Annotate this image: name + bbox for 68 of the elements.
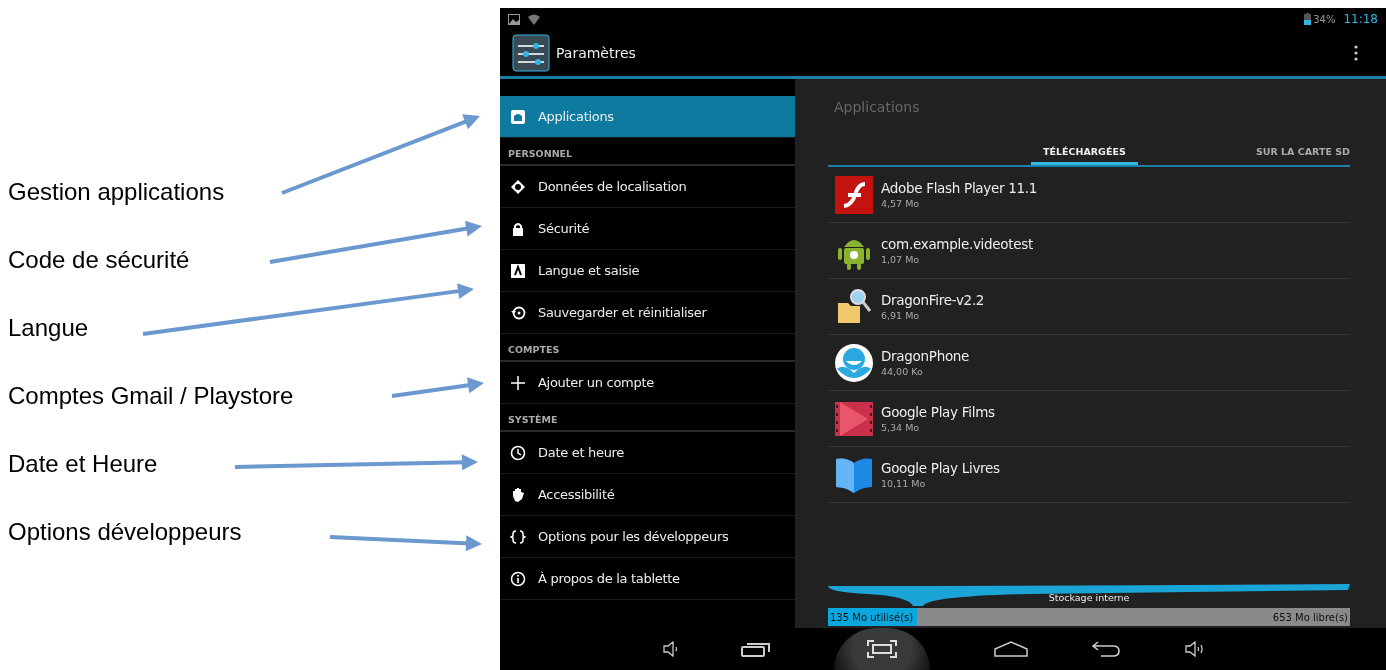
app-size: 44,00 Ko	[881, 366, 924, 377]
wifi-icon	[528, 13, 540, 25]
annotation-label: Comptes Gmail / Playstore	[8, 382, 294, 410]
settings-menu-item[interactable]: Langue et saisie	[500, 250, 795, 292]
overflow-menu-icon[interactable]	[1354, 45, 1358, 61]
storage-label: Stockage interne	[1047, 592, 1131, 603]
clock-icon	[510, 444, 526, 461]
app-name: Adobe Flash Player 11.1	[881, 180, 1038, 196]
volume-up-icon[interactable]	[1184, 641, 1205, 657]
flash-logo-icon	[834, 174, 874, 215]
settings-menu-item[interactable]: Accessibilité	[500, 474, 795, 516]
restore-icon	[510, 304, 526, 321]
panel-title: Applications	[833, 98, 921, 117]
app-size: 6,91 Mo	[881, 310, 921, 321]
location-icon	[510, 178, 526, 195]
app-list-item[interactable]: DragonPhone 44,00 Ko	[828, 335, 1350, 391]
battery-icon	[1304, 13, 1312, 25]
annotation-label: Date et Heure	[8, 450, 158, 478]
settings-menu-item[interactable]: Applications	[500, 96, 795, 138]
app-list-item[interactable]: Google Play Films 5,34 Mo	[828, 391, 1350, 447]
settings-menu-item[interactable]: À propos de la tablette	[500, 558, 795, 600]
annotation-label: Code de sécurité	[8, 246, 190, 274]
braces-icon	[510, 528, 526, 545]
app-list-item[interactable]: com.example.videotest 1,07 Mo	[828, 223, 1350, 279]
app-name: DragonFire-v2.2	[881, 292, 985, 308]
app-size: 10,11 Mo	[881, 478, 927, 489]
section-header: COMPTES	[500, 338, 795, 362]
settings-menu-item[interactable]: Options pour les développeurs	[500, 516, 795, 558]
home-icon[interactable]	[993, 641, 1028, 657]
apps-icon	[510, 108, 526, 125]
recent-apps-icon[interactable]	[741, 641, 771, 657]
tab[interactable]: SUR LA CARTE SD	[1243, 143, 1350, 165]
app-list-item[interactable]: DragonFire-v2.2 6,91 Mo	[828, 279, 1350, 335]
app-name: Google Play Films	[881, 404, 995, 420]
settings-menu-item[interactable]: Date et heure	[500, 432, 795, 474]
app-size: 1,07 Mo	[881, 254, 921, 265]
annotation-label: Options développeurs	[8, 518, 242, 546]
app-size: 5,34 Mo	[881, 422, 921, 433]
settings-menu-item[interactable]: Sauvegarder et réinitialiser	[500, 292, 795, 334]
settings-menu-item[interactable]: Données de localisation	[500, 166, 795, 208]
app-size: 4,57 Mo	[881, 198, 921, 209]
picture-icon	[508, 13, 520, 25]
language-icon	[510, 262, 526, 279]
lock-icon	[510, 220, 526, 237]
storage-free-text: 653 Mo libre(s)	[1272, 611, 1348, 623]
app-name: DragonPhone	[881, 348, 970, 364]
settings-menu-item[interactable]: Sécurité	[500, 208, 795, 250]
settings-menu-item[interactable]: Ajouter un compte	[500, 362, 795, 404]
storage-used-text: 135 Mo utilisé(s)	[830, 611, 914, 623]
annotation-label: Gestion applications	[8, 178, 225, 206]
section-header: SYSTÈME	[500, 408, 795, 432]
annotation-label: Langue	[8, 314, 89, 342]
tab[interactable]: TÉLÉCHARGÉES	[1031, 143, 1138, 165]
volume-down-icon[interactable]	[661, 641, 678, 657]
info-icon	[510, 570, 526, 587]
action-bar-title: Paramètres	[556, 45, 636, 61]
plus-icon	[510, 374, 526, 391]
back-icon[interactable]	[1090, 640, 1121, 658]
settings-app-icon[interactable]	[512, 34, 550, 72]
app-list-item[interactable]: Adobe Flash Player 11.1 4,57 Mo	[828, 167, 1350, 223]
clock-time: 11:18	[1343, 12, 1378, 26]
app-name: Google Play Livres	[881, 460, 1000, 476]
app-name: com.example.videotest	[881, 236, 1034, 252]
screenshot-icon	[867, 640, 898, 658]
smiley-circle-icon	[834, 342, 874, 383]
app-list-item[interactable]: Google Play Livres 10,11 Mo	[828, 447, 1350, 503]
battery-percent: 34%	[1313, 13, 1336, 25]
section-header: PERSONNEL	[500, 142, 795, 166]
